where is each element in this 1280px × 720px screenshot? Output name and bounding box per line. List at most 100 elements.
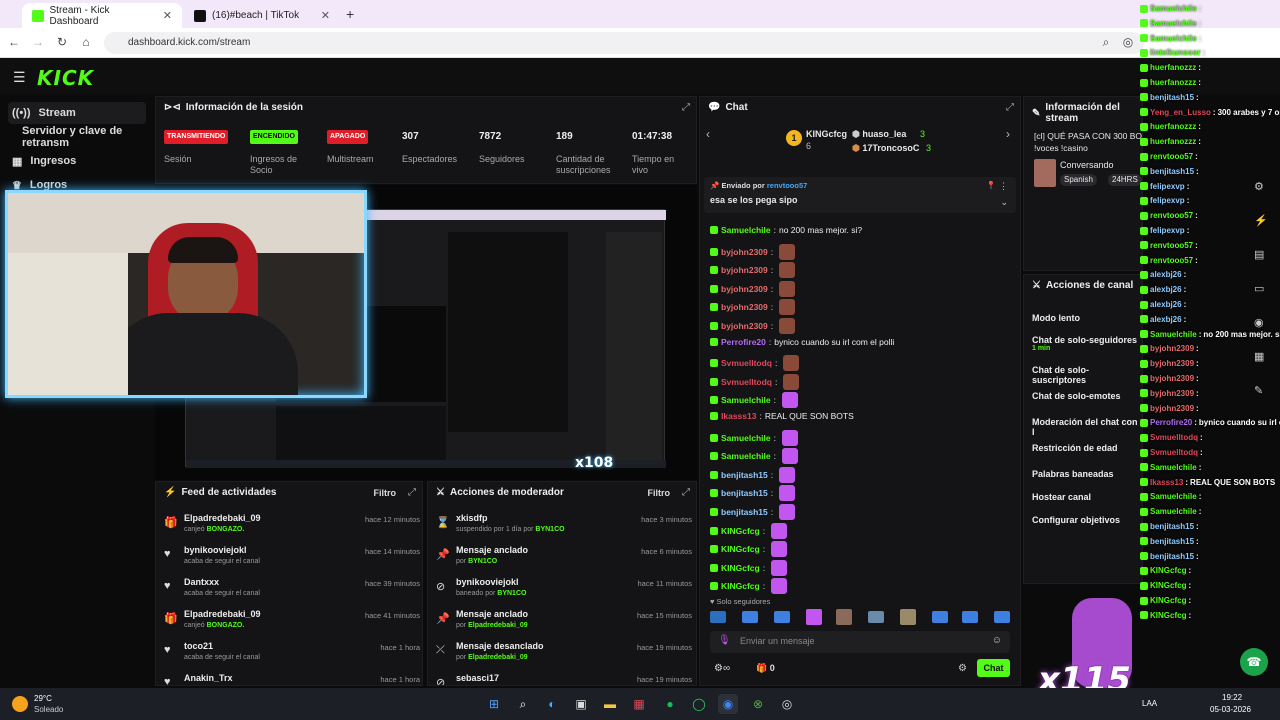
wrench-icon[interactable]: ✎ [1254, 384, 1263, 397]
emote-icon[interactable] [710, 611, 726, 623]
kick-logo[interactable]: KICK [37, 66, 94, 90]
row-name[interactable]: toco21 [184, 641, 213, 651]
folder-icon[interactable]: ▬ [600, 694, 620, 714]
sidebar-item-stream[interactable]: ((•)) Stream [8, 102, 146, 124]
tab-tiktok[interactable]: (16)#beach | TikTok ✕ [184, 3, 340, 28]
feed-row[interactable]: ⊘ bynikooviejokl baneado por BYN1CO hace 11… [436, 576, 692, 608]
tracking-off-icon[interactable]: ◎ [1120, 34, 1136, 50]
expand-icon[interactable]: ⤢ [1006, 102, 1014, 113]
language-indicator[interactable]: LAA [1142, 699, 1157, 708]
forward-icon[interactable]: → [30, 34, 46, 50]
chat-username[interactable]: byjohn2309 [721, 302, 768, 312]
feed-filter-button[interactable]: Filtro [374, 488, 397, 498]
weather-icon[interactable] [12, 696, 28, 712]
chat-message[interactable]: byjohn2309: [710, 243, 796, 260]
send-chat-button[interactable]: Chat [977, 659, 1010, 677]
layout-icon[interactable]: ▦ [1254, 350, 1264, 363]
channel-action-item[interactable]: Configurar objetivos [1032, 515, 1120, 525]
emote-icon[interactable] [868, 611, 884, 623]
chat-input[interactable]: 🎙 Enviar un mensaje ☺ [710, 631, 1010, 653]
chat-username[interactable]: Svmuelltodq [721, 377, 772, 387]
chat-message[interactable]: Ikasss13: REAL QUE SON BOTS [710, 411, 854, 421]
emote-icon[interactable] [900, 609, 916, 625]
row-name[interactable]: Anakin_Trx [184, 673, 233, 683]
chat-settings-icon[interactable]: ⚙∞ [714, 663, 730, 674]
expand-icon[interactable]: ⤢ [682, 487, 690, 498]
chat-message[interactable]: byjohn2309: [710, 262, 796, 279]
channel-action-item[interactable]: Moderación del chat con I [1032, 417, 1142, 437]
sidebar-item-ingresos[interactable]: ▦ Ingresos [8, 150, 146, 172]
channel-action-item[interactable]: Palabras baneadas [1032, 469, 1114, 479]
row-name[interactable]: bynikooviejokl [456, 577, 519, 587]
expand-icon[interactable]: ⤢ [682, 102, 690, 113]
chat-message[interactable]: KINGcfcg: [710, 578, 788, 595]
bolt-icon[interactable]: ⚡ [1254, 214, 1268, 227]
tag-chip[interactable]: Spanish [1060, 174, 1097, 186]
emote-icon[interactable] [806, 609, 822, 625]
tab-kick-dashboard[interactable]: Stream - Kick Dashboard ✕ [22, 3, 182, 28]
chat-message[interactable]: KINGcfcg: [710, 522, 788, 539]
search-icon[interactable]: ⌕ [513, 694, 533, 714]
chat-username[interactable]: benjitash15 [721, 507, 768, 517]
channel-action-item[interactable]: Restricción de edad [1032, 443, 1118, 453]
row-name[interactable]: Elpadredebaki_09 [184, 513, 261, 523]
chat-username[interactable]: KINGcfcg [721, 581, 760, 591]
channel-action-item[interactable]: Hostear canal [1032, 492, 1091, 502]
channel-action-item[interactable]: Modo lento [1032, 313, 1080, 323]
xbox-icon[interactable]: ⊗ [748, 694, 768, 714]
feed-row[interactable]: ⤫ Mensaje desanclado por Elpadredebaki_09 h… [436, 640, 692, 672]
emote-icon[interactable] [962, 611, 978, 623]
chat-username[interactable]: Ikasss13 [721, 411, 756, 421]
obs-icon[interactable]: ◎ [777, 694, 797, 714]
expand-icon[interactable]: ⤢ [408, 487, 416, 498]
emote-icon[interactable] [836, 609, 852, 625]
feed-row[interactable]: ♥ Anakin_Trx hace 1 hora [164, 672, 420, 685]
emote-icon[interactable] [774, 611, 790, 623]
stream-title[interactable]: [cl] QUÉ PASA CON 300 BOTS [1034, 131, 1142, 141]
chat-username[interactable]: KINGcfcg [721, 526, 760, 536]
chat-message[interactable]: Svmuelltodq: [710, 373, 800, 390]
feed-row[interactable]: 📌 Mensaje anclado por BYN1CO hace 6 minutos [436, 544, 692, 576]
leader-2-name[interactable]: ⬢ huaso_lea [852, 129, 906, 140]
emote-icon[interactable] [932, 611, 948, 623]
microphone-icon[interactable]: 🎙 [718, 635, 731, 646]
zoom-icon[interactable]: ⌕ [1098, 34, 1114, 50]
chat-message[interactable]: byjohn2309: [710, 299, 796, 316]
chat-username[interactable]: byjohn2309 [721, 265, 768, 275]
chat-username[interactable]: Samuelchile [721, 433, 771, 443]
edge-icon[interactable]: ◐ [542, 694, 562, 714]
clock-date[interactable]: 05-03-2026 [1210, 705, 1251, 714]
chat-message[interactable]: Samuelchile: [710, 448, 798, 465]
chat-message[interactable]: Svmuelltodq: [710, 355, 800, 372]
chat-username[interactable]: KINGcfcg [721, 563, 760, 573]
close-tab-icon[interactable]: ✕ [163, 9, 172, 22]
pinned-message[interactable]: 📌 Enviado por renvtooo57 esa se los pega… [704, 177, 1016, 213]
chat-message[interactable]: benjitash15: [710, 504, 796, 520]
unpin-icon[interactable]: 📍 [986, 181, 996, 190]
menu-icon[interactable]: ☰ [13, 69, 26, 86]
chat-message[interactable]: benjitash15: [710, 485, 796, 502]
back-icon[interactable]: ← [6, 34, 22, 50]
row-name[interactable]: Mensaje anclado [456, 609, 528, 619]
close-tab-icon[interactable]: ✕ [321, 9, 330, 22]
next-leaderboard-icon[interactable]: › [1006, 127, 1010, 141]
start-icon[interactable]: ⊞ [484, 694, 504, 714]
settings-icon[interactable]: ⚙ [958, 663, 967, 674]
tool-icon[interactable]: ⚙ [1254, 180, 1264, 193]
emote-icon[interactable] [994, 611, 1010, 623]
chat-username[interactable]: KINGcfcg [721, 544, 760, 554]
row-name[interactable]: Elpadredebaki_09 [184, 609, 261, 619]
row-name[interactable]: sebasci17 [456, 673, 499, 683]
feed-row[interactable]: ⌛ xkisdfp suspendido por 1 día por BYN1CO h… [436, 512, 692, 544]
leader-3-name[interactable]: ⬢ 17TroncosoC [852, 143, 919, 154]
whatsapp-icon[interactable]: ◯ [689, 694, 709, 714]
chat-username[interactable]: byjohn2309 [721, 247, 768, 257]
clock-time[interactable]: 19:22 [1222, 693, 1242, 702]
chevron-down-icon[interactable]: ⌄ [1000, 197, 1008, 208]
chat-username[interactable]: Samuelchile [721, 395, 771, 405]
emote-icon[interactable] [742, 611, 758, 623]
feed-row[interactable]: 📌 Mensaje anclado por Elpadredebaki_09 hace… [436, 608, 692, 640]
fab-button[interactable]: ☎ [1240, 648, 1268, 676]
feed-row[interactable]: ♥ bynikooviejokl acaba de seguir el canal … [164, 544, 420, 576]
chat-message[interactable]: benjitash15: [710, 466, 796, 483]
